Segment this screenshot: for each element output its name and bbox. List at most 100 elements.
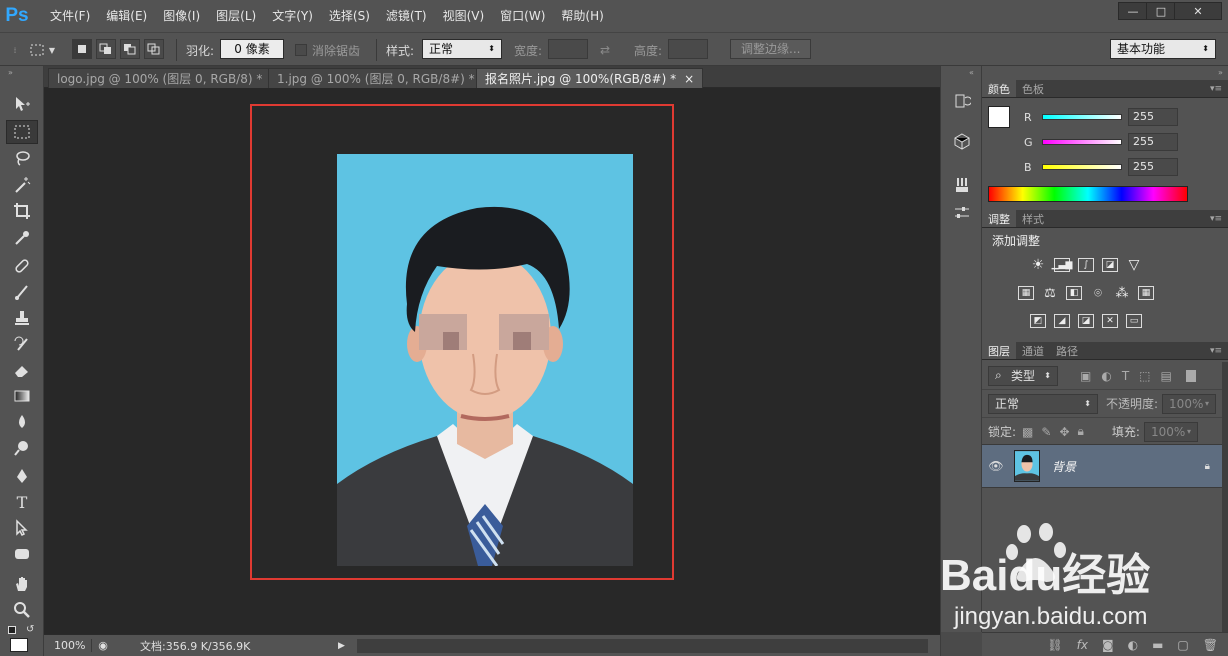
shape-filter-icon[interactable]: ⬚ (1139, 369, 1150, 383)
shape-tool[interactable] (6, 542, 38, 566)
eye-icon[interactable]: 👁︎ (982, 459, 1010, 473)
collapse-icon[interactable]: » (1218, 68, 1223, 77)
height-input[interactable] (668, 39, 708, 59)
close-icon[interactable]: × (684, 72, 694, 86)
path-selection-tool[interactable] (6, 516, 38, 540)
photo-filter-icon[interactable]: ⌾ (1090, 286, 1106, 301)
menu-view[interactable]: 视图(V) (435, 0, 493, 32)
menu-file[interactable]: 文件(F) (42, 0, 98, 32)
blue-track[interactable] (1042, 164, 1122, 170)
selective-color-icon[interactable]: ✕ (1102, 314, 1118, 328)
opacity-input[interactable]: 100% ▾ (1162, 393, 1217, 414)
triangle-right-icon[interactable]: ▶ (338, 641, 345, 651)
menu-help[interactable]: 帮助(H) (553, 0, 611, 32)
color-balance-icon[interactable]: ⚖ (1042, 286, 1058, 301)
channel-mixer-icon[interactable]: ⁂ (1114, 286, 1130, 301)
tab-adjustments[interactable]: 调整 (982, 210, 1016, 227)
invert-icon[interactable]: ◩ (1030, 314, 1046, 328)
lock-all-icon[interactable]: 🔒︎ (1078, 424, 1084, 439)
type-filter-icon[interactable]: T (1122, 369, 1129, 383)
status-options-icon[interactable]: ◉ (92, 639, 114, 652)
lock-transparency-icon[interactable]: ▩ (1022, 425, 1033, 439)
tab-1[interactable]: 1.jpg @ 100% (图层 0, RGB/8#) *× (268, 68, 502, 88)
eraser-tool[interactable] (6, 358, 38, 382)
default-colors-icon[interactable] (8, 626, 16, 634)
exposure-icon[interactable]: ◪ (1102, 258, 1118, 272)
posterize-icon[interactable]: ◢ (1054, 314, 1070, 328)
tab-channels[interactable]: 通道 (1016, 342, 1050, 359)
blur-tool[interactable] (6, 410, 38, 434)
dodge-tool[interactable] (6, 436, 38, 460)
blue-value[interactable]: 255 (1128, 158, 1178, 176)
color-lookup-icon[interactable]: ▦ (1138, 286, 1154, 300)
layers-scrollbar[interactable] (1222, 362, 1228, 632)
levels-icon[interactable]: ▁▃▆ (1052, 258, 1072, 272)
menu-image[interactable]: 图像(I) (155, 0, 208, 32)
lasso-tool[interactable] (6, 146, 38, 170)
brushes-panel-icon[interactable] (951, 174, 973, 196)
horizontal-scrollbar[interactable] (356, 638, 928, 653)
adjustment-filter-icon[interactable]: ◐ (1101, 369, 1111, 383)
red-value[interactable]: 255 (1128, 108, 1178, 126)
type-tool[interactable]: T (6, 490, 38, 514)
tool-presets-icon[interactable] (951, 202, 973, 224)
tab-logo[interactable]: logo.jpg @ 100% (图层 0, RGB/8) *× (48, 68, 290, 88)
hand-tool[interactable] (6, 572, 38, 596)
red-track[interactable] (1042, 114, 1122, 120)
minimize-button[interactable]: — (1118, 2, 1148, 20)
hue-saturation-icon[interactable]: ▦ (1018, 286, 1034, 300)
vibrance-icon[interactable]: ▽ (1126, 257, 1142, 273)
tab-color[interactable]: 颜色 (982, 80, 1016, 97)
marquee-preset-picker[interactable]: ▼ (24, 39, 60, 61)
intersect-selection-button[interactable] (144, 39, 164, 59)
width-input[interactable] (548, 39, 588, 59)
foreground-color-swatch[interactable] (10, 638, 28, 652)
refine-edge-button[interactable]: 调整边缘... (730, 39, 812, 59)
move-tool[interactable] (6, 92, 38, 116)
tab-swatches[interactable]: 色板 (1016, 80, 1050, 97)
canvas-area[interactable] (44, 88, 940, 634)
fill-input[interactable]: 100% ▾ (1143, 421, 1198, 442)
magic-wand-tool[interactable] (6, 173, 38, 197)
clone-stamp-tool[interactable] (6, 306, 38, 330)
pen-tool[interactable] (6, 464, 38, 488)
panel-menu-icon[interactable]: ▾≡ (1204, 210, 1228, 227)
lock-position-icon[interactable]: ✥ (1059, 425, 1069, 439)
tab-registration-photo[interactable]: 报名照片.jpg @ 100%(RGB/8#) * × (476, 68, 704, 88)
subtract-selection-button[interactable] (120, 39, 140, 59)
restore-button[interactable]: □ (1146, 2, 1176, 20)
green-value[interactable]: 255 (1128, 133, 1178, 151)
close-button[interactable]: ✕ (1174, 2, 1222, 20)
marquee-tool[interactable] (6, 120, 38, 144)
menu-filter[interactable]: 滤镜(T) (378, 0, 435, 32)
layer-filter-select[interactable]: ⌕ 类型 ⬍ (988, 365, 1058, 386)
menu-edit[interactable]: 编辑(E) (98, 0, 155, 32)
crop-tool[interactable] (6, 199, 38, 223)
3d-panel-icon[interactable] (951, 130, 973, 152)
workspace-select[interactable]: 基本功能 ⬍ (1110, 39, 1216, 59)
swap-icon[interactable]: ⇄ (600, 39, 610, 61)
layer-name[interactable]: 背景 (1052, 458, 1076, 475)
panel-menu-icon[interactable]: ▾≡ (1204, 342, 1228, 359)
brightness-icon[interactable]: ☀ (1030, 257, 1046, 273)
black-white-icon[interactable]: ◧ (1066, 286, 1082, 300)
feather-input[interactable]: 0 像素 (220, 39, 284, 59)
tab-styles[interactable]: 样式 (1016, 210, 1050, 227)
gradient-tool[interactable] (6, 384, 38, 408)
panel-menu-icon[interactable]: ▾≡ (1204, 80, 1228, 97)
smart-object-filter-icon[interactable]: ▤ (1161, 369, 1172, 383)
gradient-map-icon[interactable]: ▭ (1126, 314, 1142, 328)
menu-select[interactable]: 选择(S) (321, 0, 378, 32)
lock-pixels-icon[interactable]: ✎ (1041, 425, 1051, 439)
filter-toggle[interactable] (1185, 369, 1196, 382)
add-selection-button[interactable] (96, 39, 116, 59)
curves-icon[interactable]: ∫ (1078, 258, 1094, 272)
eyedropper-tool[interactable] (6, 226, 38, 250)
tab-paths[interactable]: 路径 (1050, 342, 1084, 359)
swap-colors-icon[interactable]: ↺ (26, 624, 34, 635)
menu-type[interactable]: 文字(Y) (264, 0, 321, 32)
tab-layers[interactable]: 图层 (982, 342, 1016, 359)
history-brush-tool[interactable] (6, 332, 38, 356)
layer-row-background[interactable]: 👁︎ 背景 🔒︎ (982, 444, 1222, 488)
style-select[interactable]: 正常 ⬍ (422, 39, 502, 59)
